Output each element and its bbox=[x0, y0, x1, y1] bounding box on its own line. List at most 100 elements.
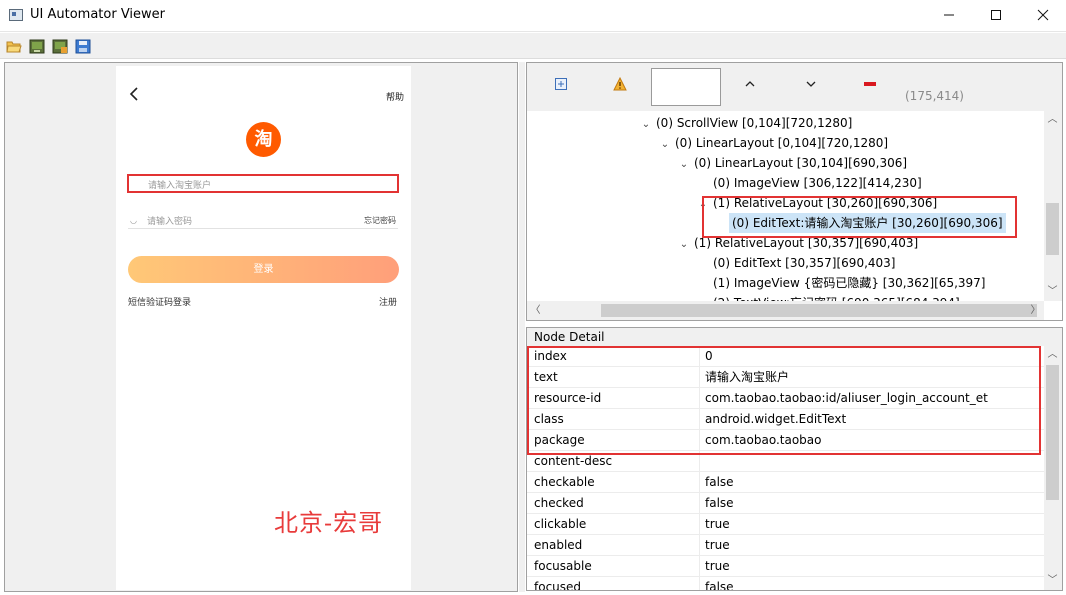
node-detail-title: Node Detail bbox=[527, 328, 1062, 346]
tree-hscroll-thumb[interactable] bbox=[601, 304, 1037, 317]
tree-horizontal-scrollbar[interactable]: 〈 〉 bbox=[527, 301, 1044, 320]
login-button: 登录 bbox=[128, 256, 399, 283]
account-input-placeholder: 请输入淘宝账户 bbox=[148, 181, 212, 191]
device-screenshot-icon[interactable] bbox=[29, 39, 45, 54]
main-toolbar bbox=[0, 33, 1066, 59]
screenshot-pane[interactable]: 帮助 淘 请输入淘宝账户 ◡ 请输入密码 忘记密码 登录 短信验证码登录 注册 … bbox=[4, 62, 518, 592]
forgot-password-link: 忘记密码 bbox=[364, 216, 396, 225]
column-divider bbox=[699, 472, 700, 492]
column-divider bbox=[699, 535, 700, 555]
property-value: false bbox=[705, 475, 734, 489]
tree-vertical-scrollbar[interactable]: ︿ ﹀ bbox=[1044, 111, 1062, 301]
property-value: false bbox=[705, 580, 734, 591]
password-field: ◡ 请输入密码 忘记密码 bbox=[128, 212, 398, 229]
property-key: focused bbox=[534, 580, 582, 591]
tree-collapse-chevron-icon[interactable]: ⌄ bbox=[639, 115, 653, 135]
device-screenshot-compressed-icon[interactable] bbox=[52, 39, 68, 54]
title-bar: UI Automator Viewer bbox=[0, 0, 1066, 32]
scroll-down-icon[interactable]: ﹀ bbox=[1044, 283, 1061, 300]
property-row[interactable]: focused false bbox=[527, 577, 1044, 591]
detail-scroll-down-icon[interactable]: ﹀ bbox=[1044, 572, 1061, 589]
folder-open-icon[interactable] bbox=[6, 39, 22, 54]
detail-vertical-scrollbar[interactable]: ︿ ﹀ bbox=[1044, 346, 1062, 590]
tree-node[interactable]: (0) EditText [30,357][690,403] bbox=[696, 253, 898, 273]
tree-node[interactable]: ⌄ (0) LinearLayout [0,104][720,1280] bbox=[658, 133, 891, 153]
password-placeholder: 请输入密码 bbox=[147, 217, 193, 227]
next-node-button[interactable] bbox=[801, 77, 821, 97]
toggle-naf-button[interactable] bbox=[610, 76, 630, 97]
scroll-left-icon[interactable]: 〈 bbox=[527, 302, 544, 319]
scroll-up-icon[interactable]: ︿ bbox=[1044, 111, 1061, 128]
pane-splitter[interactable] bbox=[519, 62, 525, 592]
tree-node-label: (0) LinearLayout [30,104][690,306] bbox=[694, 156, 908, 170]
column-divider bbox=[699, 514, 700, 534]
detail-selection-highlight bbox=[527, 346, 1041, 455]
hierarchy-pane: (175,414) ⌄ (0) ScrollView [0,104][720,12… bbox=[526, 62, 1063, 321]
hierarchy-toolbar: (175,414) bbox=[527, 63, 1062, 111]
chevron-down-icon bbox=[806, 81, 816, 87]
property-row[interactable]: focusable true bbox=[527, 556, 1044, 577]
column-divider bbox=[699, 493, 700, 513]
tree-node[interactable]: ⌄ (0) ScrollView [0,104][720,1280] bbox=[639, 113, 855, 133]
chevron-up-icon bbox=[745, 81, 755, 87]
account-input-highlight: 请输入淘宝账户 bbox=[127, 174, 399, 193]
tree-selection-highlight bbox=[702, 196, 1017, 238]
tree-node[interactable]: (0) ImageView [306,122][414,230] bbox=[696, 173, 925, 193]
back-arrow-icon bbox=[129, 87, 138, 101]
sms-login-link: 短信验证码登录 bbox=[128, 298, 192, 308]
property-key: checked bbox=[534, 496, 584, 510]
tree-scroll-thumb[interactable] bbox=[1046, 203, 1059, 255]
property-key: enabled bbox=[534, 538, 583, 552]
property-key: focusable bbox=[534, 559, 592, 573]
cursor-coordinates: (175,414) bbox=[905, 89, 964, 103]
property-row[interactable]: enabled true bbox=[527, 535, 1044, 556]
detail-scroll-up-icon[interactable]: ︿ bbox=[1044, 346, 1061, 363]
device-screenshot[interactable]: 帮助 淘 请输入淘宝账户 ◡ 请输入密码 忘记密码 登录 短信验证码登录 注册 … bbox=[116, 66, 411, 590]
property-value: true bbox=[705, 559, 730, 573]
expand-all-button[interactable] bbox=[551, 77, 571, 97]
app-window-icon bbox=[9, 9, 23, 21]
window-title: UI Automator Viewer bbox=[30, 7, 166, 22]
property-value: true bbox=[705, 517, 730, 531]
maximize-icon bbox=[991, 10, 1001, 20]
tree-node-label: (0) LinearLayout [0,104][720,1280] bbox=[675, 136, 889, 150]
previous-node-button[interactable] bbox=[740, 77, 760, 97]
warning-icon bbox=[613, 76, 627, 91]
property-value: true bbox=[705, 538, 730, 552]
expand-all-icon bbox=[555, 78, 567, 90]
tree-node-label: (0) EditText [30,357][690,403] bbox=[713, 256, 896, 270]
close-button[interactable] bbox=[1020, 0, 1066, 31]
column-divider bbox=[699, 577, 700, 590]
tree-node-label: (2) TextView:忘记密码 [690,365][684,394] bbox=[710, 293, 963, 301]
hidden-eye-icon: ◡ bbox=[130, 216, 137, 225]
tree-collapse-chevron-icon[interactable]: ⌄ bbox=[677, 155, 691, 175]
property-value: false bbox=[705, 496, 734, 510]
minimize-icon bbox=[944, 14, 954, 16]
property-key: clickable bbox=[534, 517, 587, 531]
help-link: 帮助 bbox=[386, 93, 405, 103]
tree-collapse-chevron-icon[interactable]: ⌄ bbox=[658, 135, 672, 155]
tree-node-label: (1) ImageView {密码已隐藏} [30,362][65,397] bbox=[713, 276, 986, 290]
close-icon bbox=[1037, 9, 1049, 21]
watermark-text: 北京-宏哥 bbox=[274, 509, 384, 537]
tree-node-label: (0) ScrollView [0,104][720,1280] bbox=[656, 116, 853, 130]
detail-scroll-thumb[interactable] bbox=[1046, 365, 1059, 500]
tree-node[interactable]: (2) TextView:忘记密码 [690,365][684,394] bbox=[696, 293, 963, 301]
tree-collapse-chevron-icon[interactable]: ⌄ bbox=[677, 235, 691, 255]
register-link: 注册 bbox=[379, 298, 398, 308]
column-divider bbox=[699, 556, 700, 576]
maximize-button[interactable] bbox=[973, 0, 1019, 31]
property-row[interactable]: checked false bbox=[527, 493, 1044, 514]
minimize-button[interactable] bbox=[926, 0, 972, 31]
tree-node-label: (0) ImageView [306,122][414,230] bbox=[713, 176, 922, 190]
property-row[interactable]: checkable false bbox=[527, 472, 1044, 493]
save-icon[interactable] bbox=[75, 39, 91, 54]
scroll-right-icon[interactable]: 〉 bbox=[1027, 302, 1044, 319]
taobao-logo: 淘 bbox=[246, 122, 281, 157]
property-row[interactable]: clickable true bbox=[527, 514, 1044, 535]
clear-highlight-button[interactable] bbox=[860, 77, 880, 97]
tree-node[interactable]: ⌄ (0) LinearLayout [30,104][690,306] bbox=[677, 153, 910, 173]
tree-node[interactable]: (1) ImageView {密码已隐藏} [30,362][65,397] bbox=[696, 273, 988, 293]
color-swatch-box bbox=[651, 68, 721, 106]
minus-red-icon bbox=[864, 82, 876, 86]
